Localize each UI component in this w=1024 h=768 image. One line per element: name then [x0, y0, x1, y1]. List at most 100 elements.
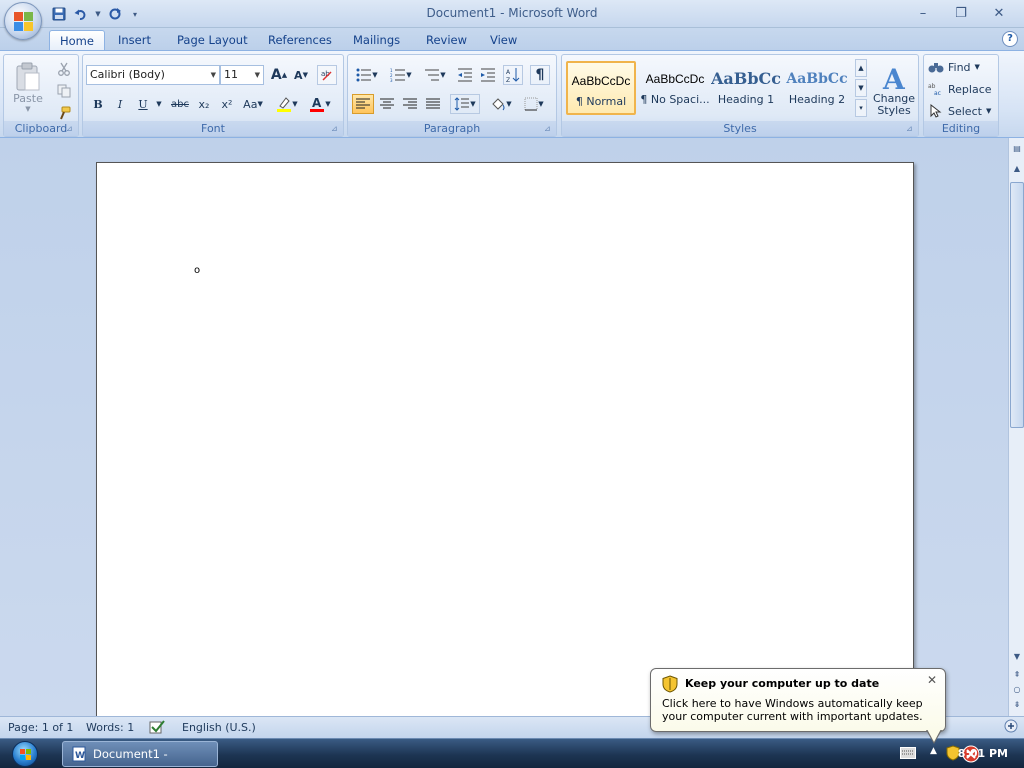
paste-button[interactable]: Paste ▼ — [10, 59, 46, 115]
styles-more-icon[interactable]: ▾ — [855, 99, 867, 117]
tab-references[interactable]: References — [258, 30, 342, 50]
binoculars-icon — [928, 63, 944, 73]
styles-scroll-down-icon[interactable]: ▼ — [855, 79, 867, 97]
maximize-button[interactable]: ❐ — [942, 2, 980, 24]
bullets-icon — [356, 68, 372, 82]
scrollbar-thumb[interactable] — [1010, 182, 1024, 428]
align-left-icon[interactable] — [352, 94, 374, 114]
paragraph-group: ▼ 1 2 3 ▼ ▼ AZ ¶ ▼ ▼ ▼ Paragraph ⊿ — [347, 54, 557, 137]
editing-group-label: Editing — [924, 121, 998, 136]
clear-formatting-icon[interactable]: ab — [317, 65, 337, 85]
select-browse-object-icon[interactable]: ○ — [1010, 683, 1024, 697]
grow-font-button[interactable]: A ▲ — [269, 65, 289, 85]
show-formatting-button[interactable]: ¶ — [530, 65, 550, 85]
system-tray: ▲ 8:01 PM — [874, 739, 1024, 768]
highlight-button[interactable]: ▼ — [273, 94, 301, 114]
replace-button[interactable]: ab ac Replace — [928, 79, 998, 99]
shrink-font-button[interactable]: A ▼ — [291, 65, 311, 85]
start-button[interactable] — [6, 739, 46, 768]
superscript-button[interactable]: x² — [217, 94, 237, 114]
increase-indent-icon[interactable] — [478, 65, 498, 85]
tab-insert[interactable]: Insert — [108, 30, 161, 50]
previous-page-icon[interactable]: ⇞ — [1010, 668, 1024, 682]
line-spacing-button[interactable]: ▼ — [450, 94, 480, 114]
clipboard-group: Paste ▼ Clipboard ⊿ — [3, 54, 79, 137]
multilevel-list-button[interactable]: ▼ — [420, 65, 450, 85]
numbering-button[interactable]: 1 2 3 ▼ — [386, 65, 416, 85]
italic-button[interactable]: I — [111, 94, 129, 114]
clock[interactable]: 8:01 PM — [958, 747, 1008, 760]
shading-button[interactable]: ▼ — [486, 94, 516, 114]
tab-mailings[interactable]: Mailings — [343, 30, 410, 50]
change-styles-button[interactable]: A Change Styles — [870, 59, 918, 121]
font-size-select[interactable]: 11 ▼ — [220, 65, 264, 85]
taskbar-item-word[interactable]: W Document1 - Micros... — [62, 741, 218, 767]
bullets-button[interactable]: ▼ — [352, 65, 382, 85]
font-name-value: Calibri (Body) — [90, 68, 165, 81]
underline-dropdown-icon[interactable]: ▼ — [155, 94, 163, 114]
justify-icon[interactable] — [422, 94, 444, 114]
document-page[interactable]: o — [96, 162, 914, 722]
tab-review[interactable]: Review — [416, 30, 477, 50]
paste-label: Paste — [13, 91, 43, 105]
next-page-icon[interactable]: ⇟ — [1010, 698, 1024, 712]
office-button[interactable] — [4, 2, 42, 40]
font-color-icon: A — [310, 96, 325, 112]
proofing-icon[interactable] — [148, 719, 166, 738]
word-count[interactable]: Words: 1 — [86, 721, 134, 734]
align-right-icon[interactable] — [399, 94, 421, 114]
borders-button[interactable]: ▼ — [519, 94, 549, 114]
font-group-label: Font — [83, 121, 343, 136]
close-button[interactable]: ✕ — [980, 2, 1018, 24]
scroll-down-icon[interactable]: ▼ — [1010, 650, 1024, 664]
font-launcher-icon[interactable]: ⊿ — [331, 124, 341, 134]
decrease-indent-icon[interactable] — [455, 65, 475, 85]
font-name-dropdown-icon: ▼ — [210, 71, 216, 79]
bold-button[interactable]: B — [89, 94, 107, 114]
font-name-select[interactable]: Calibri (Body) ▼ — [86, 65, 220, 85]
select-button[interactable]: Select ▼ — [928, 101, 998, 121]
styles-group: AaBbCcDc ¶ Normal AaBbCcDc ¶ No Spaci...… — [561, 54, 919, 137]
view-ruler-icon[interactable]: ▤ — [1010, 142, 1024, 156]
line-spacing-icon — [454, 97, 470, 111]
font-color-button[interactable]: A ▼ — [305, 94, 335, 114]
tab-view[interactable]: View — [480, 30, 527, 50]
style-heading-2[interactable]: AaBbCc Heading 2 — [782, 61, 852, 115]
scroll-up-icon[interactable]: ▲ — [1010, 162, 1024, 176]
show-hidden-icons-icon[interactable]: ▲ — [930, 746, 937, 756]
sort-icon[interactable]: AZ — [503, 65, 523, 85]
update-notification-balloon[interactable]: Keep your computer up to date Click here… — [650, 668, 946, 732]
copy-icon[interactable] — [54, 81, 74, 101]
tab-home[interactable]: Home — [49, 30, 105, 50]
keyboard-icon[interactable] — [900, 747, 916, 762]
change-styles-icon: A — [882, 63, 906, 93]
language-indicator[interactable]: English (U.S.) — [182, 721, 256, 734]
help-icon[interactable]: ? — [1002, 31, 1018, 47]
window-title: Document1 - Microsoft Word — [426, 6, 598, 20]
change-case-button[interactable]: Aa ▼ — [241, 94, 265, 114]
format-painter-icon[interactable] — [54, 103, 74, 123]
subscript-button[interactable]: x₂ — [194, 94, 214, 114]
find-button[interactable]: Find ▼ — [928, 57, 998, 77]
strikethrough-button[interactable]: abc — [169, 94, 191, 114]
style-normal[interactable]: AaBbCcDc ¶ Normal — [566, 61, 636, 115]
taskbar: W Document1 - Micros... ▲ 8:01 PM — [0, 738, 1024, 768]
vertical-scrollbar[interactable]: ▤ ▲ ▼ ⇞ ○ ⇟ — [1008, 138, 1024, 716]
font-size-dropdown-icon: ▼ — [254, 71, 260, 79]
zoom-in-icon[interactable] — [1004, 719, 1018, 736]
paragraph-launcher-icon[interactable]: ⊿ — [544, 124, 554, 134]
minimize-button[interactable]: – — [904, 2, 942, 24]
ribbon: Paste ▼ Clipboard ⊿ Calibri (Body) ▼ 11 … — [0, 50, 1024, 138]
style-no-spacing[interactable]: AaBbCcDc ¶ No Spaci... — [640, 61, 710, 115]
tab-page-layout[interactable]: Page Layout — [167, 30, 258, 50]
styles-launcher-icon[interactable]: ⊿ — [906, 124, 916, 134]
align-center-icon[interactable] — [376, 94, 398, 114]
styles-scroll-up-icon[interactable]: ▲ — [855, 59, 867, 77]
clipboard-launcher-icon[interactable]: ⊿ — [66, 124, 76, 134]
borders-icon — [524, 97, 538, 111]
balloon-close-icon[interactable]: ✕ — [925, 673, 939, 687]
cut-icon[interactable] — [54, 59, 74, 79]
style-heading-1[interactable]: AaBbCc Heading 1 — [711, 61, 781, 115]
underline-button[interactable]: U — [134, 94, 152, 114]
page-count[interactable]: Page: 1 of 1 — [8, 721, 73, 734]
